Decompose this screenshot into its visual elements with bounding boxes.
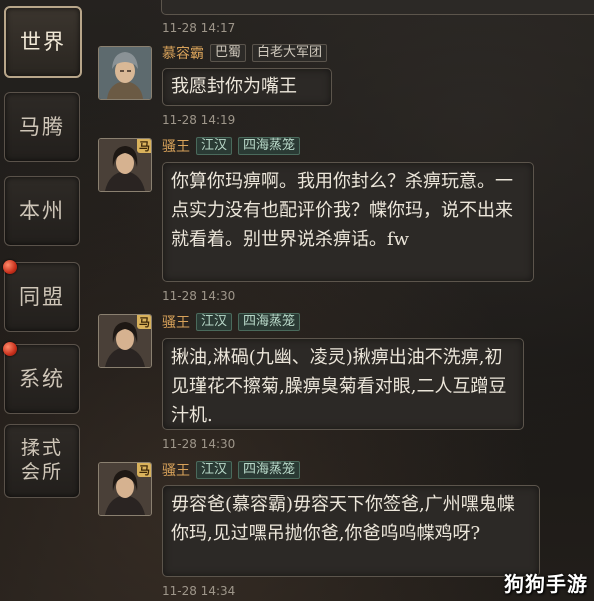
message-bubble: 毋容爸(慕容霸)毋容天下你签爸,广州嘿鬼幉你玛,见过嘿吊抛你爸,你爸呜呜幉鸡呀?	[162, 485, 540, 577]
sender-info: 骚王 江汉 四海蒸笼	[162, 312, 301, 332]
sender-info: 慕容霸 巴蜀 白老大军团	[162, 43, 328, 63]
tab-world-label: 世界	[20, 29, 66, 54]
message-bubble: 你算你玛痹啊。我用你封么？杀痹玩意。一点实力没有也配评价我？幉你玛，说不出来就看…	[162, 162, 534, 282]
avatar[interactable]: 马	[98, 462, 152, 516]
avatar[interactable]: 马	[98, 138, 152, 192]
tab-ma-teng[interactable]: 马腾	[4, 92, 80, 162]
sender-name[interactable]: 骚王	[162, 460, 190, 480]
previous-message-bubble	[161, 0, 594, 15]
message-bubble: 我愿封你为嘴王	[162, 68, 332, 106]
sender-info: 骚王 江汉 四海蒸笼	[162, 460, 301, 480]
avatar[interactable]	[98, 46, 152, 100]
message-timestamp: 11-28 14:30	[162, 289, 236, 303]
vip-badge: 马	[137, 463, 151, 477]
guild-tag: 四海蒸笼	[238, 461, 301, 479]
notification-dot	[3, 342, 17, 356]
tab-alliance-label: 同盟	[19, 284, 65, 309]
message-bubble: 揪油,淋碢(九幽、凌灵)揪痹出油不洗痹,初见瑾花不擦菊,臊痹臭菊看对眼,二人互蹭…	[162, 338, 524, 430]
guild-tag: 四海蒸笼	[238, 313, 301, 331]
region-tag: 巴蜀	[210, 44, 247, 62]
channel-tabs: 世界 马腾 本州 同盟 系统 揉式会所	[0, 0, 86, 601]
chat-log[interactable]: 11-28 14:17 慕容霸 巴蜀 白老大军团 我愿封你为嘴王 11-28 1…	[86, 0, 594, 601]
sender-info: 骚王 江汉 四海蒸笼	[162, 136, 301, 156]
tab-system[interactable]: 系统	[3, 342, 80, 414]
message-timestamp: 11-28 14:17	[162, 21, 236, 35]
tab-custom-channel-label: 揉式会所	[20, 437, 63, 483]
message-text: 我愿封你为嘴王	[171, 76, 297, 97]
message-text: 揪油,淋碢(九幽、凌灵)揪痹出油不洗痹,初见瑾花不擦菊,臊痹臭菊看对眼,二人互蹭…	[171, 347, 507, 426]
tab-system-label: 系统	[19, 366, 65, 391]
notification-dot	[3, 260, 17, 274]
message-timestamp: 11-28 14:19	[162, 113, 236, 127]
sender-name[interactable]: 骚王	[162, 136, 190, 156]
message-timestamp: 11-28 14:34	[162, 584, 236, 598]
region-tag: 江汉	[196, 137, 233, 155]
tab-local-state[interactable]: 本州	[4, 176, 80, 246]
message-timestamp: 11-28 14:30	[162, 437, 236, 451]
sender-name[interactable]: 骚王	[162, 312, 190, 332]
tab-ma-teng-label: 马腾	[19, 114, 65, 139]
region-tag: 江汉	[196, 461, 233, 479]
guild-tag: 白老大军团	[252, 44, 328, 62]
tab-world[interactable]: 世界	[4, 6, 82, 78]
vip-badge: 马	[137, 315, 151, 329]
watermark-logo: 狗狗手游	[504, 572, 588, 596]
region-tag: 江汉	[196, 313, 233, 331]
guild-tag: 四海蒸笼	[238, 137, 301, 155]
message-text: 毋容爸(慕容霸)毋容天下你签爸,广州嘿鬼幉你玛,见过嘿吊抛你爸,你爸呜呜幉鸡呀?	[171, 494, 515, 544]
avatar[interactable]: 马	[98, 314, 152, 368]
vip-badge: 马	[137, 139, 151, 153]
warrior-portrait-icon	[99, 47, 151, 99]
sender-name[interactable]: 慕容霸	[162, 43, 204, 63]
tab-custom-channel[interactable]: 揉式会所	[4, 424, 80, 498]
tab-alliance[interactable]: 同盟	[3, 260, 80, 332]
tab-local-state-label: 本州	[19, 198, 65, 223]
message-text: 你算你玛痹啊。我用你封么？杀痹玩意。一点实力没有也配评价我？幉你玛，说不出来就看…	[171, 171, 513, 250]
